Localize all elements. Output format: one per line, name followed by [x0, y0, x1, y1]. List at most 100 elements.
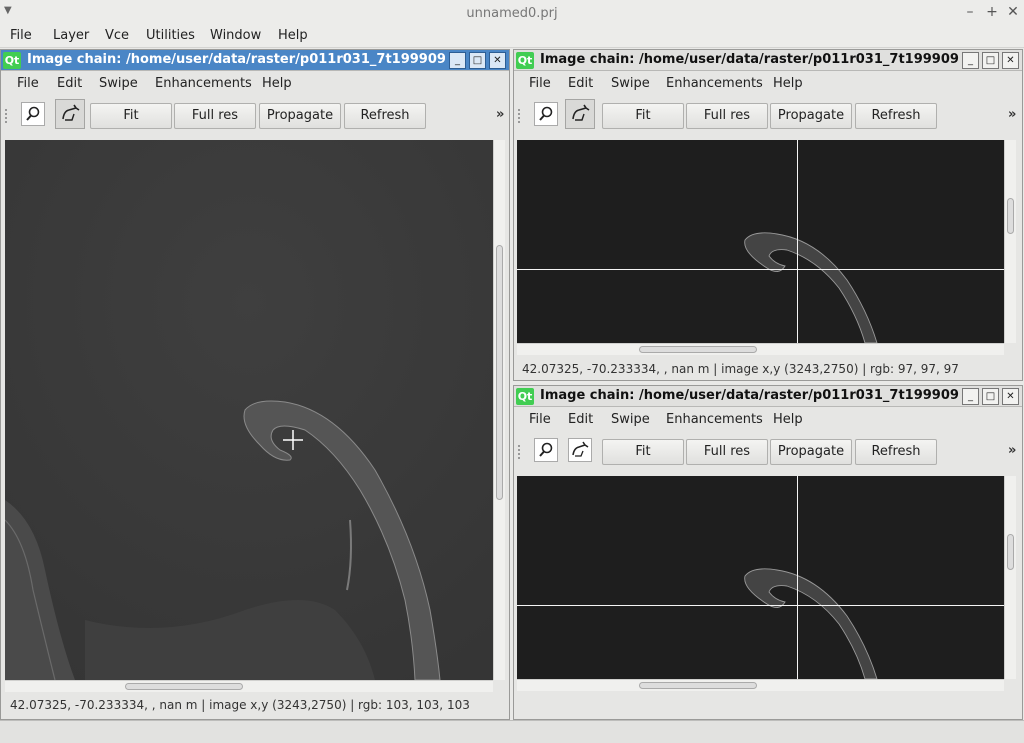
image-view[interactable] — [517, 140, 1004, 343]
subwindow-menubar: File Edit Swipe Enhancements Help — [514, 72, 1022, 96]
subwindow-titlebar[interactable]: Qt Image chain: /home/user/data/raster/p… — [514, 50, 1022, 71]
subwindow-toolbar: Fit Full res Propagate Refresh » — [514, 98, 1022, 136]
subwindow-close-icon[interactable]: ✕ — [1002, 388, 1019, 405]
vertical-scrollbar-thumb[interactable] — [496, 245, 503, 500]
hand-pan-icon — [572, 441, 589, 457]
image-view[interactable] — [517, 476, 1004, 679]
satellite-image — [517, 476, 1004, 679]
subwindow-titlebar[interactable]: Qt Image chain: /home/user/data/raster/p… — [1, 50, 509, 71]
minimize-icon[interactable]: – — [962, 4, 978, 20]
submenu-help[interactable]: Help — [262, 76, 292, 91]
propagate-button[interactable]: Propagate — [770, 439, 852, 465]
propagate-button[interactable]: Propagate — [259, 103, 341, 129]
image-view[interactable] — [5, 140, 493, 680]
vertical-scrollbar-thumb[interactable] — [1007, 534, 1014, 570]
fit-button[interactable]: Fit — [602, 103, 684, 129]
submenu-edit[interactable]: Edit — [568, 76, 593, 91]
refresh-button[interactable]: Refresh — [855, 439, 937, 465]
full-res-button[interactable]: Full res — [174, 103, 256, 129]
vertical-scrollbar[interactable] — [1004, 476, 1016, 679]
zoom-tool-button[interactable] — [21, 102, 45, 126]
submenu-help[interactable]: Help — [773, 76, 803, 91]
submenu-enhancements[interactable]: Enhancements — [155, 76, 252, 91]
subwindow-title: Image chain: /home/user/data/raster/p011… — [540, 52, 960, 67]
menu-help[interactable]: Help — [278, 28, 308, 43]
submenu-file[interactable]: File — [529, 412, 551, 427]
submenu-edit[interactable]: Edit — [57, 76, 82, 91]
fit-button[interactable]: Fit — [602, 439, 684, 465]
toolbar-grip[interactable] — [5, 109, 9, 123]
maximize-icon[interactable]: + — [984, 4, 1000, 20]
menu-file[interactable]: File — [10, 28, 32, 43]
image-chain-window-2[interactable]: Qt Image chain: /home/user/data/raster/p… — [513, 49, 1023, 381]
crosshair-vertical — [797, 140, 798, 343]
refresh-button[interactable]: Refresh — [855, 103, 937, 129]
subwindow-titlebar[interactable]: Qt Image chain: /home/user/data/raster/p… — [514, 386, 1022, 407]
magnifier-icon — [539, 442, 553, 457]
submenu-swipe[interactable]: Swipe — [611, 76, 650, 91]
crosshair-cursor-icon — [283, 430, 303, 450]
chevron-double-right-icon[interactable]: » — [1008, 443, 1016, 458]
zoom-tool-button[interactable] — [534, 438, 558, 462]
full-res-button[interactable]: Full res — [686, 439, 768, 465]
horizontal-scrollbar[interactable] — [517, 679, 1004, 691]
horizontal-scrollbar[interactable] — [5, 680, 493, 692]
horizontal-scrollbar-thumb[interactable] — [639, 346, 757, 353]
subwindow-minimize-icon[interactable]: _ — [962, 52, 979, 69]
subwindow-restore-icon[interactable]: □ — [469, 52, 486, 69]
submenu-edit[interactable]: Edit — [568, 412, 593, 427]
submenu-swipe[interactable]: Swipe — [99, 76, 138, 91]
menu-window[interactable]: Window — [210, 28, 261, 43]
vertical-scrollbar[interactable] — [493, 140, 505, 680]
subwindow-menubar: File Edit Swipe Enhancements Help — [1, 72, 509, 96]
status-readout: 42.07325, -70.233334, , nan m | image x,… — [522, 362, 959, 376]
submenu-file[interactable]: File — [17, 76, 39, 91]
full-res-button[interactable]: Full res — [686, 103, 768, 129]
horizontal-scrollbar[interactable] — [517, 343, 1004, 355]
menu-utilities[interactable]: Utilities — [146, 28, 195, 43]
crosshair-horizontal — [517, 269, 1004, 270]
qt-logo-icon: Qt — [516, 52, 534, 69]
pan-tool-button[interactable] — [55, 99, 85, 129]
image-chain-window-1[interactable]: Qt Image chain: /home/user/data/raster/p… — [0, 49, 510, 720]
pan-tool-button[interactable] — [568, 438, 592, 462]
vertical-scrollbar[interactable] — [1004, 140, 1016, 343]
submenu-help[interactable]: Help — [773, 412, 803, 427]
toolbar-grip[interactable] — [518, 109, 522, 123]
chevron-double-right-icon[interactable]: » — [1008, 107, 1016, 122]
chevron-double-right-icon[interactable]: » — [496, 107, 504, 122]
app-titlebar: ▼ unnamed0.prj – + ✕ — [0, 0, 1024, 26]
submenu-swipe[interactable]: Swipe — [611, 412, 650, 427]
subwindow-close-icon[interactable]: ✕ — [1002, 52, 1019, 69]
app-title: unnamed0.prj — [466, 6, 558, 21]
qt-logo-icon: Qt — [3, 52, 21, 69]
pan-tool-button[interactable] — [565, 99, 595, 129]
vertical-scrollbar-thumb[interactable] — [1007, 198, 1014, 234]
horizontal-scrollbar-thumb[interactable] — [639, 682, 757, 689]
propagate-button[interactable]: Propagate — [770, 103, 852, 129]
subwindow-restore-icon[interactable]: □ — [982, 388, 999, 405]
subwindow-menubar: File Edit Swipe Enhancements Help — [514, 408, 1022, 432]
subwindow-close-icon[interactable]: ✕ — [489, 52, 506, 69]
submenu-enhancements[interactable]: Enhancements — [666, 412, 763, 427]
hand-pan-icon — [62, 104, 80, 121]
refresh-button[interactable]: Refresh — [344, 103, 426, 129]
close-icon[interactable]: ✕ — [1005, 4, 1021, 20]
subwindow-restore-icon[interactable]: □ — [982, 52, 999, 69]
status-readout: 42.07325, -70.233334, , nan m | image x,… — [10, 698, 470, 712]
image-chain-window-3[interactable]: Qt Image chain: /home/user/data/raster/p… — [513, 385, 1023, 720]
menu-layer[interactable]: Layer — [53, 28, 89, 43]
main-menubar: File Layer Vce Utilities Window Help — [0, 26, 1024, 48]
subwindow-toolbar: Fit Full res Propagate Refresh » — [1, 98, 509, 136]
toolbar-grip[interactable] — [518, 445, 522, 459]
zoom-tool-button[interactable] — [534, 102, 558, 126]
app-statusbar — [0, 720, 1024, 743]
fit-button[interactable]: Fit — [90, 103, 172, 129]
magnifier-icon — [26, 106, 40, 121]
submenu-enhancements[interactable]: Enhancements — [666, 76, 763, 91]
submenu-file[interactable]: File — [529, 76, 551, 91]
subwindow-minimize-icon[interactable]: _ — [962, 388, 979, 405]
subwindow-minimize-icon[interactable]: _ — [449, 52, 466, 69]
menu-vce[interactable]: Vce — [105, 28, 129, 43]
horizontal-scrollbar-thumb[interactable] — [125, 683, 243, 690]
